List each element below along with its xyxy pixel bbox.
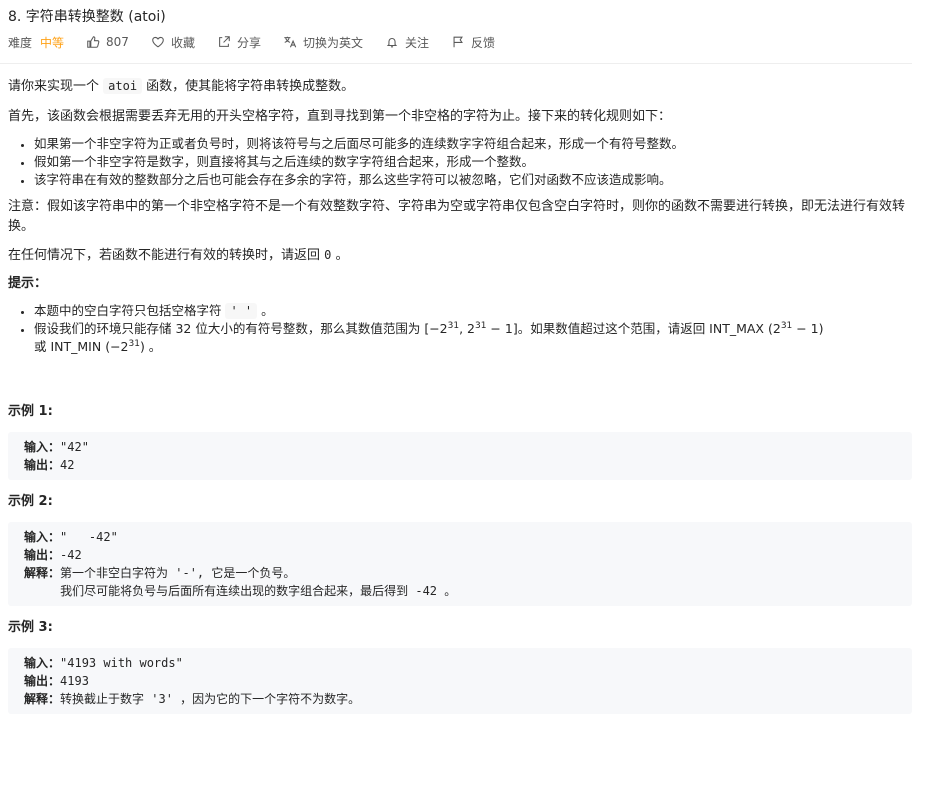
problem-title: 8. 字符串转换整数 (atoi): [8, 9, 166, 25]
list-item: 假如第一个非空字符是数字，则直接将其与之后连续的数字字符组合起来，形成一个整数。: [34, 153, 912, 171]
difficulty-value: 中等: [40, 35, 65, 50]
inline-code: ' ': [225, 303, 258, 319]
follow-label: 关注: [404, 35, 429, 50]
switch-language-button[interactable]: 切换为英文: [283, 34, 363, 51]
like-count: 807: [106, 35, 129, 49]
like-button[interactable]: 807: [86, 35, 129, 49]
example-1-code-block: 输入："42" 输出：42: [8, 432, 912, 480]
share-button[interactable]: 分享: [217, 34, 261, 51]
problem-meta-bar: 难度 中等 807 收藏 分享 切换为英文 关注 反馈: [8, 33, 517, 51]
rules-intro: 首先，该函数会根据需要丢弃无用的开头空格字符，直到寻找到第一个非空格的字符为止。…: [8, 109, 672, 124]
hint-list: 本题中的空白字符只包括空格字符 ' ' 。 假设我们的环境只能存储 32 位大小…: [8, 302, 912, 356]
example-2-code-block: 输入：" -42" 输出：-42 解释：第一个非空白字符为 '-', 它是一个负…: [8, 522, 912, 606]
share-icon: [219, 36, 230, 47]
list-item: 假设我们的环境只能存储 32 位大小的有符号整数，那么其数值范围为 [−231,…: [34, 320, 912, 356]
switch-language-label: 切换为英文: [302, 35, 363, 50]
translate-icon: [284, 36, 297, 48]
problem-description: 请你来实现一个 atoi 函数，使其能将字符串转换成整数。 首先，该函数会根据需…: [8, 76, 912, 714]
example-1-title: 示例 1:: [8, 404, 53, 419]
return-zero-paragraph: 在任何情况下，若函数不能进行有效的转换时，请返回 0 。: [8, 248, 349, 263]
inline-code: atoi: [103, 78, 143, 94]
bell-icon: [386, 38, 398, 48]
thumbs-up-icon: [87, 36, 100, 48]
share-label: 分享: [236, 35, 261, 50]
feedback-label: 反馈: [471, 35, 496, 50]
intro-paragraph: 请你来实现一个 atoi 函数，使其能将字符串转换成整数。: [8, 78, 355, 94]
example-2-title: 示例 2:: [8, 494, 53, 509]
feedback-button[interactable]: 反馈: [451, 34, 495, 51]
problem-page: 8. 字符串转换整数 (atoi) 难度 中等 807 收藏 分享 切换为英文 …: [0, 0, 943, 787]
note-paragraph: 注意：假如该字符串中的第一个非空格字符不是一个有效整数字符、字符串为空或字符串仅…: [8, 199, 906, 234]
favorite-label: 收藏: [170, 35, 195, 50]
example-3-code-block: 输入："4193 with words" 输出：4193 解释：转换截止于数字 …: [8, 648, 912, 714]
header-divider: [0, 63, 912, 64]
list-item: 如果第一个非空字符为正或者负号时，则将该符号与之后面尽可能多的连续数字字符组合起…: [34, 135, 912, 153]
list-item: 该字符串在有效的整数部分之后也可能会存在多余的字符，那么这些字符可以被忽略，它们…: [34, 171, 912, 189]
example-3-title: 示例 3:: [8, 620, 53, 635]
follow-button[interactable]: 关注: [385, 34, 429, 51]
flag-icon: [453, 36, 463, 48]
difficulty-label: 难度: [8, 35, 33, 50]
favorite-button[interactable]: 收藏: [151, 34, 195, 51]
hint-title: 提示：: [8, 276, 48, 291]
rules-list: 如果第一个非空字符为正或者负号时，则将该符号与之后面尽可能多的连续数字字符组合起…: [8, 135, 912, 189]
heart-icon: [152, 36, 164, 48]
list-item: 本题中的空白字符只包括空格字符 ' ' 。: [34, 302, 912, 320]
